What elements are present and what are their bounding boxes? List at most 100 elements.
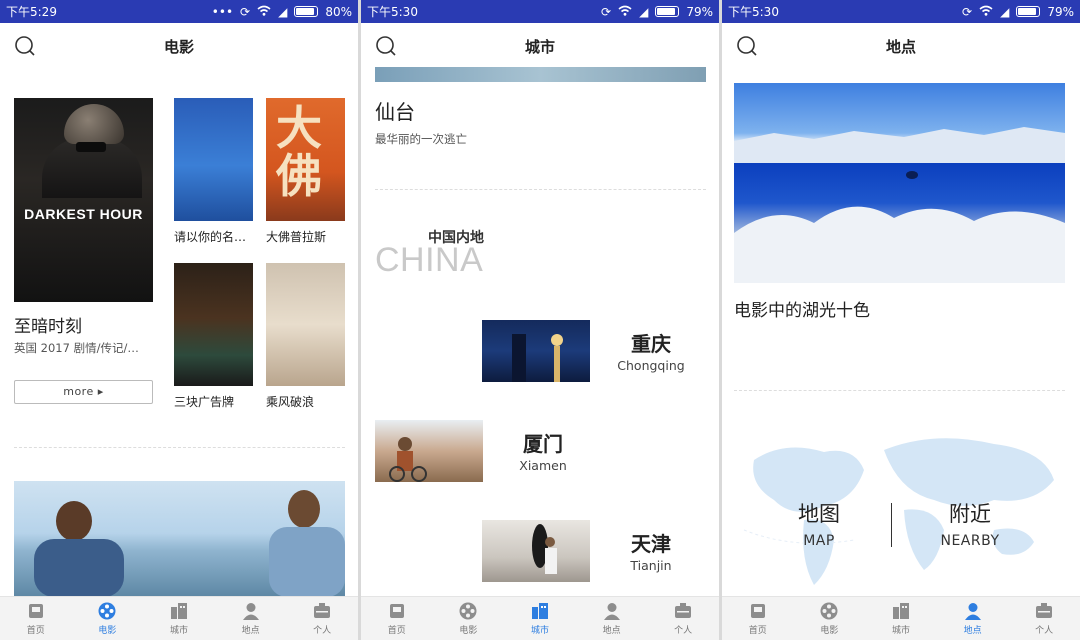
divider [734,390,1065,391]
location-screen: 下午5:30 ⟳ ◢ 79% 地点 电影中的湖光十色 地图 MAP 附近 NEA… [722,0,1080,640]
poster-bowtie [76,142,106,152]
battery-percent: 79% [1047,4,1074,19]
divider [375,189,706,190]
city-name[interactable]: 厦门 [498,428,588,457]
sync-icon: ⟳ [601,4,612,19]
more-button[interactable]: more ▸ [14,380,153,404]
film-reel-icon [820,602,838,620]
tab-label: 地点 [602,626,621,636]
movie-caption[interactable]: 乘风破浪 [266,393,314,410]
city-thumb-xiamen[interactable] [375,420,483,482]
tab-label: 电影 [459,626,478,636]
status-time: 下午5:29 [6,5,57,19]
map-button-label[interactable]: 地图 [769,498,869,528]
map-divider [891,503,892,547]
tab-label: 电影 [98,626,117,636]
more-dots-icon: ••• [211,4,234,19]
app-bar: 城市 [361,23,719,67]
tab-label: 城市 [530,626,549,636]
city-name-en: Tianjin [630,558,672,573]
featured-movie-poster[interactable]: DARKEST HOUR [14,98,153,302]
feature-title[interactable]: 电影中的湖光十色 [734,296,870,321]
bottom-tab-bar: 首页 电影 城市 地点 个人 [0,596,358,640]
movie-caption[interactable]: 请以你的名… [174,228,246,245]
wifi-icon [618,5,632,19]
city-icon [892,603,909,619]
sync-icon: ⟳ [240,4,251,19]
home-icon [28,604,43,618]
featured-movie-title[interactable]: 至暗时刻 [14,312,82,337]
home-icon [389,604,404,618]
tab-location[interactable]: 地点 [937,597,1009,640]
page-title: 电影 [163,38,194,56]
signal-icon: ◢ [278,4,288,19]
movie-still-image[interactable] [14,481,345,597]
battery-icon [1016,6,1041,17]
city-name[interactable]: 重庆 [606,328,696,357]
tab-movie[interactable]: 电影 [794,597,866,640]
tab-city[interactable]: 城市 [504,597,576,640]
city-name-en: Chongqing [617,358,685,373]
tab-home[interactable]: 首页 [0,597,72,640]
tab-profile[interactable]: 个人 [1008,597,1080,640]
tab-home[interactable]: 首页 [361,597,433,640]
movie-poster-4[interactable] [266,263,345,386]
city-icon [170,603,187,619]
poster-title-text: DARKEST HOUR [24,206,143,222]
section-title: 中国内地 [428,230,484,246]
tab-city[interactable]: 城市 [143,597,215,640]
movie-screen: 下午5:29 ••• ⟳ ◢ 80% 电影 DARKEST HOUR 大佛 请以… [0,0,358,640]
tab-movie[interactable]: 电影 [433,597,505,640]
app-bar: 地点 [722,23,1080,67]
battery-percent: 79% [686,4,713,19]
tab-label: 电影 [820,626,839,636]
status-bar: 下午5:29 ••• ⟳ ◢ 80% [0,0,358,23]
tab-label: 首页 [26,626,45,636]
status-bar: 下午5:30 ⟳ ◢ 79% [722,0,1080,23]
profile-icon [314,603,331,618]
divider [14,447,345,448]
tab-city[interactable]: 城市 [865,597,937,640]
tab-home[interactable]: 首页 [722,597,794,640]
movie-caption[interactable]: 大佛普拉斯 [266,228,326,245]
wifi-icon [257,5,271,19]
city-banner-image[interactable] [375,67,706,82]
nearby-button-label[interactable]: 附近 [920,498,1020,528]
tab-label: 城市 [891,626,910,636]
city-icon [531,603,548,619]
featured-city-desc: 最华丽的一次逃亡 [375,132,467,146]
map-button-label-en[interactable]: MAP [769,533,869,549]
location-person-icon [242,603,259,620]
status-time: 下午5:30 [367,5,418,19]
movie-poster-3[interactable] [174,263,253,386]
movie-poster-1[interactable] [174,98,253,221]
film-reel-icon [459,602,477,620]
lake-feature-image[interactable] [734,83,1065,283]
tab-movie[interactable]: 电影 [72,597,144,640]
city-name[interactable]: 天津 [606,528,696,557]
tab-label: 首页 [387,626,406,636]
tab-profile[interactable]: 个人 [286,597,358,640]
tab-location[interactable]: 地点 [215,597,287,640]
poster-title-text: 大佛 [276,101,322,204]
featured-movie-meta: 英国 2017 剧情/传记/… [14,341,139,355]
location-person-icon [603,603,620,620]
poster-face [64,104,124,144]
bottom-tab-bar: 首页 电影 城市 地点 个人 [361,596,719,640]
tab-profile[interactable]: 个人 [647,597,719,640]
status-bar: 下午5:30 ⟳ ◢ 79% [361,0,719,23]
movie-poster-2[interactable]: 大佛 [266,98,345,221]
tab-label: 城市 [169,626,188,636]
page-title: 地点 [885,38,916,56]
battery-icon [655,6,680,17]
profile-icon [675,603,692,618]
nearby-button-label-en[interactable]: NEARBY [920,533,1020,549]
tab-location[interactable]: 地点 [576,597,648,640]
city-thumb-chongqing[interactable] [482,320,590,382]
signal-icon: ◢ [1000,4,1010,19]
city-thumb-tianjin[interactable] [482,520,590,582]
tab-label: 个人 [674,626,693,636]
featured-city-name[interactable]: 仙台 [375,96,415,125]
tab-label: 个人 [313,626,332,636]
movie-caption[interactable]: 三块广告牌 [174,393,234,410]
